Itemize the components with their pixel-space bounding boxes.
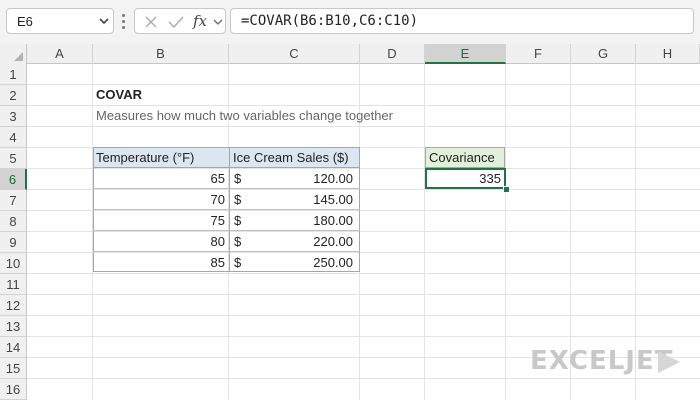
temperature-cell[interactable]: 70 [93, 189, 225, 210]
sheet-title[interactable]: COVAR [96, 85, 142, 105]
row-header-6[interactable]: 6 [0, 169, 27, 190]
cancel-icon[interactable] [143, 14, 159, 30]
brand-logo: EXCELJET [530, 346, 674, 376]
temperature-cell[interactable]: 85 [93, 252, 225, 273]
name-box[interactable]: E6 [6, 8, 114, 34]
row-header-15[interactable]: 15 [0, 358, 26, 379]
sales-cell[interactable]: 220.00 [229, 231, 353, 252]
gridline [27, 315, 700, 316]
temperature-cell[interactable]: 80 [93, 231, 225, 252]
sales-cell[interactable]: 120.00 [229, 168, 353, 189]
temperature-cell[interactable]: 65 [93, 168, 225, 189]
row-header-4[interactable]: 4 [0, 127, 26, 148]
formula-bar: E6 fx =COVAR(B6:B10,C6:C10) [0, 0, 700, 44]
column-header-h[interactable]: H [636, 44, 700, 64]
sales-cell[interactable]: 145.00 [229, 189, 353, 210]
row-header-10[interactable]: 10 [0, 253, 26, 274]
column-header-b[interactable]: B [93, 44, 229, 64]
formula-actions: fx [134, 8, 226, 34]
column-header-d[interactable]: D [360, 44, 425, 64]
column-header-g[interactable]: G [571, 44, 636, 64]
row-header-3[interactable]: 3 [0, 106, 26, 127]
worksheet-grid[interactable]: A B C D E F G H 1 2 3 4 5 6 7 8 9 10 11 … [0, 44, 700, 400]
covariance-value: 335 [479, 171, 501, 186]
row-header-11[interactable]: 11 [0, 274, 26, 295]
column-header-c[interactable]: C [229, 44, 360, 64]
covariance-header-cell[interactable]: Covariance [425, 147, 505, 168]
enter-check-icon[interactable] [167, 14, 185, 30]
more-options-icon[interactable] [122, 14, 125, 30]
sales-cell[interactable]: 250.00 [229, 252, 353, 273]
row-header-16[interactable]: 16 [0, 379, 26, 400]
chevron-down-icon[interactable] [97, 13, 111, 29]
gridline [27, 273, 700, 274]
name-box-value: E6 [17, 14, 33, 29]
column-header-a[interactable]: A [27, 44, 93, 64]
gridline [27, 126, 700, 127]
row-header-12[interactable]: 12 [0, 295, 26, 316]
gridline [424, 64, 425, 400]
row-header-2[interactable]: 2 [0, 85, 26, 106]
row-header-13[interactable]: 13 [0, 316, 26, 337]
row-header-14[interactable]: 14 [0, 337, 26, 358]
gridline [27, 336, 700, 337]
covariance-label: Covariance [429, 150, 495, 165]
column-header-e[interactable]: E [425, 44, 506, 64]
formula-text: =COVAR(B6:B10,C6:C10) [241, 13, 419, 29]
covariance-result-cell[interactable]: 335 [425, 168, 506, 189]
formula-input[interactable]: =COVAR(B6:B10,C6:C10) [230, 8, 694, 34]
gridline [27, 378, 700, 379]
row-header-1[interactable]: 1 [0, 64, 26, 85]
gridline [27, 294, 700, 295]
fill-handle[interactable] [503, 186, 510, 193]
sheet-subtitle[interactable]: Measures how much two variables change t… [96, 106, 393, 126]
logo-mark-icon [658, 351, 680, 373]
sales-cell[interactable]: 180.00 [229, 210, 353, 231]
gridline [505, 64, 506, 400]
select-all-button[interactable] [0, 44, 27, 64]
column-headers: A B C D E F G H [0, 44, 700, 64]
temperature-cell[interactable]: 75 [93, 210, 225, 231]
row-header-8[interactable]: 8 [0, 211, 26, 232]
column-header-f[interactable]: F [506, 44, 571, 64]
spreadsheet-app: E6 fx =COVAR(B6:B10,C6:C10) A B C D E F … [0, 0, 700, 400]
row-header-7[interactable]: 7 [0, 190, 26, 211]
insert-function-icon[interactable]: fx [193, 12, 207, 30]
table-header-temperature[interactable]: Temperature (°F) [96, 147, 194, 168]
row-header-5[interactable]: 5 [0, 148, 26, 169]
row-header-9[interactable]: 9 [0, 232, 26, 253]
table-header-sales[interactable]: Ice Cream Sales ($) [233, 147, 349, 168]
chevron-down-icon[interactable] [212, 18, 224, 28]
row-headers: 1 2 3 4 5 6 7 8 9 10 11 12 13 14 15 16 [0, 64, 27, 400]
